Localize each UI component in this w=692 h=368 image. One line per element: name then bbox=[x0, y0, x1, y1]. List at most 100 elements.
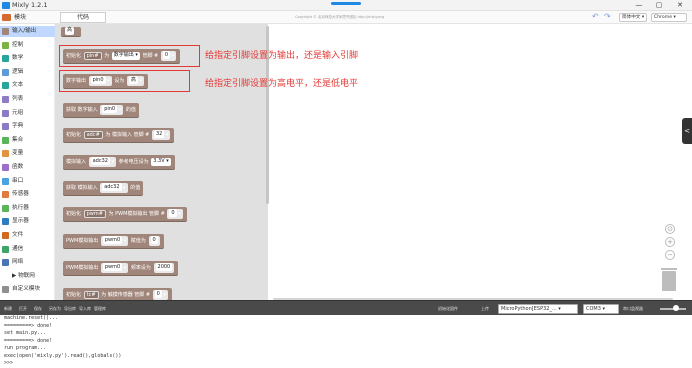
block-init-touch[interactable]: 初始化 tc# 为 触摸传感器 管脚 # 0 ▾ bbox=[63, 288, 172, 300]
sidebar-item-file[interactable]: 文件 bbox=[0, 230, 55, 241]
board-select[interactable]: MicroPython[ESP32_... ▾ bbox=[498, 304, 578, 314]
tuple-icon bbox=[2, 109, 9, 117]
display-icon bbox=[2, 218, 9, 226]
dict-icon bbox=[2, 123, 9, 131]
sidebar-item-display[interactable]: 显示器 bbox=[0, 216, 55, 227]
block-init-pwm[interactable]: 初始化 pwm# 为 PWM模拟输出 管脚 # 0 ▾ bbox=[63, 207, 187, 221]
sidebar-item-label: 字典 bbox=[12, 123, 24, 130]
pin-input[interactable]: pin0 ▾ bbox=[100, 104, 124, 115]
sidebar-item-label: 串口 bbox=[12, 177, 24, 184]
sidebar-item-logic[interactable]: 逻辑 bbox=[0, 67, 55, 78]
value-input[interactable]: 2000 bbox=[153, 262, 175, 273]
statusbar-button[interactable]: 管理库 bbox=[94, 305, 106, 312]
zoom-in-icon[interactable]: + bbox=[665, 237, 675, 247]
browser-select[interactable]: Chrome ▾ bbox=[651, 13, 687, 22]
port-value: COM3 bbox=[586, 306, 601, 312]
sidebar-item-math[interactable]: 数学 bbox=[0, 53, 55, 64]
pin-input[interactable]: pwm0 ▾ bbox=[100, 235, 129, 246]
sidebar-item-serial[interactable]: 串口 bbox=[0, 176, 55, 187]
pin-value: 32 bbox=[153, 130, 165, 138]
pin-input[interactable]: adc32 ▾ bbox=[88, 156, 117, 167]
init-firmware-button[interactable]: 初始化固件 bbox=[438, 305, 458, 312]
minimize-button[interactable]: — bbox=[631, 0, 647, 11]
maximize-button[interactable]: ▢ bbox=[651, 0, 667, 11]
upload-button[interactable]: 上传 bbox=[481, 305, 489, 312]
sidebar-item-label: 通信 bbox=[12, 245, 24, 252]
block-init-analog-input[interactable]: 初始化 adc# 为 模拟输入 管脚 # 32 ▾ bbox=[63, 128, 175, 142]
pin-input[interactable]: 0 ▾ bbox=[152, 289, 168, 300]
sidebar-item-network[interactable]: 网络 bbox=[0, 257, 55, 268]
mixly-logo-icon bbox=[2, 2, 10, 9]
pin-input[interactable]: 0 ▾ bbox=[167, 208, 183, 219]
close-button[interactable]: ✕ bbox=[672, 0, 688, 11]
sidebar-item-function[interactable]: 函数 bbox=[0, 162, 55, 173]
block-label: 的值 bbox=[125, 107, 136, 113]
block-label: 的值 bbox=[130, 185, 141, 191]
value-input[interactable]: 0 bbox=[148, 235, 160, 246]
annotation-pin-mode: 给指定引脚设置为输出，还是输入引脚 bbox=[205, 51, 359, 61]
iot-icon bbox=[2, 272, 9, 280]
block-label: 赋值为 bbox=[130, 238, 146, 244]
block-pwm-frequency[interactable]: PWM模拟输出 pwm0 ▾ 频率设为 2000 bbox=[63, 261, 179, 275]
sidebar-item-iot[interactable]: ▶ 物联网 bbox=[0, 271, 55, 282]
block-workspace[interactable]: 高 初始化 pin# 为 数字输出 ▾ 管脚 # 0 ▾ 数字输出 pin0 ▾… bbox=[55, 24, 692, 300]
sidebar-item-tuple[interactable]: 元组 bbox=[0, 108, 55, 119]
console-line: set main.py... bbox=[4, 330, 47, 336]
variable-field[interactable]: adc# bbox=[83, 130, 103, 139]
sidebar-item-communication[interactable]: 通信 bbox=[0, 244, 55, 255]
pin-input[interactable]: pwm0 ▾ bbox=[100, 262, 129, 273]
block-label: 为 模拟输入 管脚 # bbox=[105, 132, 150, 138]
trash-icon[interactable] bbox=[661, 268, 677, 291]
redo-icon[interactable]: ↷ bbox=[604, 12, 611, 22]
language-select[interactable]: 简体中文 ▾ bbox=[619, 13, 647, 22]
block-start-high[interactable]: 高 bbox=[61, 27, 81, 36]
undo-icon[interactable]: ↶ bbox=[592, 12, 599, 22]
voltage-dropdown[interactable]: 3.3V ▾ bbox=[151, 157, 171, 166]
module-header: 模块 bbox=[2, 13, 26, 22]
statusbar-button[interactable]: 新建 bbox=[4, 305, 12, 312]
board-value: MicroPython[ESP32_... bbox=[501, 306, 557, 312]
annotation-box-pin-level bbox=[59, 70, 190, 92]
sidebar-item-label: 文件 bbox=[12, 232, 24, 238]
variable-field[interactable]: tc# bbox=[83, 290, 99, 299]
sidebar-item-text[interactable]: 文本 bbox=[0, 80, 55, 91]
pin-value: pin0 bbox=[102, 105, 118, 113]
toggle-panel-icon[interactable]: < bbox=[682, 118, 692, 144]
statusbar-button[interactable]: 导出库 bbox=[64, 305, 76, 312]
sidebar-item-custom-module[interactable]: 自定义模块 bbox=[0, 284, 55, 295]
block-pwm-write[interactable]: PWM模拟输出 pwm0 ▾ 赋值为 0 bbox=[63, 234, 164, 248]
statusbar-button[interactable]: 导入库 bbox=[79, 305, 91, 312]
title-drag-handle[interactable] bbox=[331, 2, 361, 5]
sidebar-item-dict[interactable]: 字典 bbox=[0, 121, 55, 132]
variable-field[interactable]: pwm# bbox=[83, 209, 106, 218]
pin-input[interactable]: adc32 ▾ bbox=[100, 182, 128, 193]
sidebar-item-label: 变量 bbox=[12, 150, 24, 157]
module-icon bbox=[2, 14, 11, 21]
output-console[interactable]: machine.reset()... =========> done! set ma… bbox=[0, 315, 692, 368]
sidebar-item-io[interactable]: 输入/输出 bbox=[0, 26, 55, 37]
slider-handle[interactable] bbox=[673, 305, 679, 311]
sidebar-item-sensor[interactable]: 传感器 bbox=[0, 189, 55, 200]
block-label: 初始化 bbox=[66, 211, 82, 217]
sidebar-item-control[interactable]: 控制 bbox=[0, 40, 55, 51]
block-analog-reference[interactable]: 模拟输入 adc32 ▾ 参考电压设为 3.3V ▾ bbox=[63, 155, 175, 169]
block-label: 获取 模拟输入 bbox=[66, 185, 98, 191]
sidebar-item-list[interactable]: 列表 bbox=[0, 94, 55, 105]
statusbar-button[interactable]: 打开 bbox=[19, 305, 27, 312]
code-tab[interactable]: 代码 bbox=[60, 12, 106, 23]
block-digital-read[interactable]: 获取 数字输入 pin0 ▾ 的值 bbox=[63, 103, 139, 117]
pin-input[interactable]: 32 ▾ bbox=[151, 129, 171, 140]
dropdown-value[interactable]: 高 bbox=[65, 27, 75, 35]
zoom-out-icon[interactable]: − bbox=[665, 250, 675, 260]
serial-monitor-button[interactable]: 串口监视器 bbox=[623, 305, 643, 312]
sidebar-item-variable[interactable]: 变量 bbox=[0, 148, 55, 159]
block-analog-read[interactable]: 获取 模拟输入 adc32 ▾ 的值 bbox=[63, 181, 144, 195]
module-header-label: 模块 bbox=[14, 14, 27, 21]
statusbar-button[interactable]: 另存为 bbox=[49, 305, 61, 312]
zoom-reset-icon[interactable]: ⊙ bbox=[665, 224, 675, 234]
statusbar-button[interactable]: 保存 bbox=[34, 305, 42, 312]
port-select[interactable]: COM3 ▾ bbox=[583, 304, 619, 314]
sidebar-item-set[interactable]: 集合 bbox=[0, 135, 55, 146]
sidebar-item-actuator[interactable]: 执行器 bbox=[0, 203, 55, 214]
browser-value: Chrome bbox=[654, 15, 673, 20]
